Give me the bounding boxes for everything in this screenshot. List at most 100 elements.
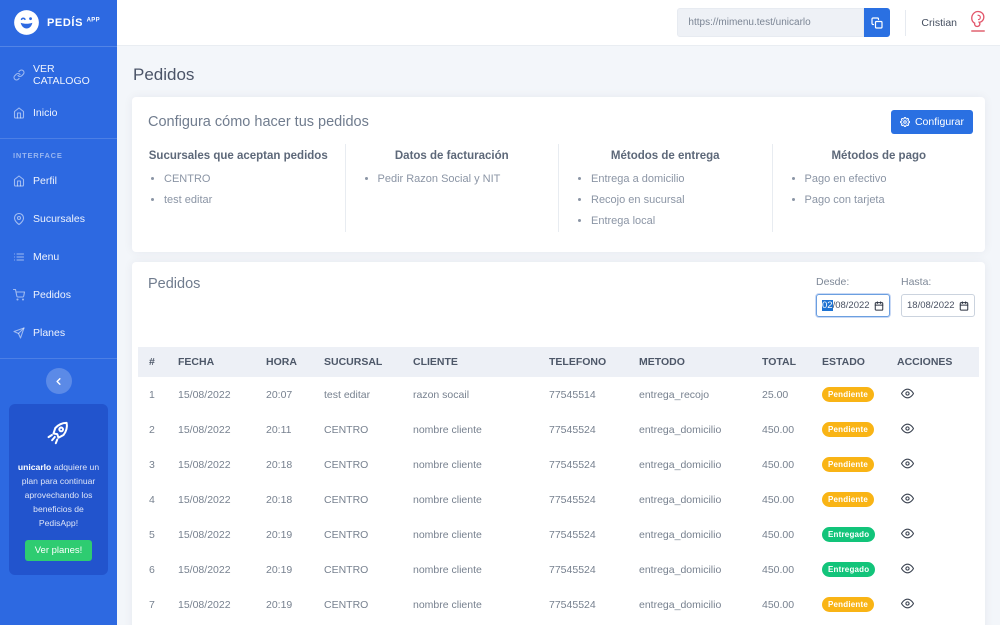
rocket-icon <box>44 417 74 447</box>
view-order-button[interactable] <box>901 387 914 400</box>
date-to-input[interactable]: 18/08/2022 <box>901 294 975 317</box>
orders-card-title: Pedidos <box>148 276 200 292</box>
calendar-icon <box>959 301 969 311</box>
cell-estado: Pendiente <box>811 587 886 622</box>
view-order-button[interactable] <box>901 562 914 575</box>
user-name[interactable]: Cristian <box>921 17 957 29</box>
cell-sucursal: test editar <box>313 377 402 412</box>
sidebar-item-planes[interactable]: Planes <box>0 314 117 352</box>
copy-icon <box>871 17 883 29</box>
brand-name: PEDÍS APP <box>47 17 100 29</box>
cell-total: 450.00 <box>751 552 811 587</box>
cell-fecha: 15/08/2022 <box>167 482 255 517</box>
avatar-logo-icon <box>968 9 988 29</box>
config-item: CENTRO <box>164 169 329 190</box>
sidebar-item-menu[interactable]: Menu <box>0 238 117 276</box>
send-icon <box>13 327 25 339</box>
date-from-label: Desde: <box>816 276 890 288</box>
eye-icon <box>901 422 914 435</box>
status-badge: Pendiente <box>822 492 874 507</box>
orders-table: #FECHAHORASUCURSALCLIENTETELEFONOMETODOT… <box>138 347 979 625</box>
cell-telefono: 77545524 <box>538 587 628 622</box>
sidebar-item-label: Planes <box>33 327 65 339</box>
cell-cliente: nombre cliente <box>402 412 538 447</box>
sidebar-item-ver-catalogo[interactable]: VER CATALOGO <box>0 56 117 94</box>
config-item: Recojo en sucursal <box>591 190 756 211</box>
cell-num: 2 <box>138 412 167 447</box>
cell-metodo: entrega_domicilio <box>628 587 751 622</box>
table-row: 215/08/202220:11CENTROnombre cliente7754… <box>138 412 979 447</box>
sidebar-section-label: INTERFACE <box>0 139 117 162</box>
config-item: Pedir Razon Social y NIT <box>378 169 543 190</box>
view-order-button[interactable] <box>901 527 914 540</box>
status-badge: Pendiente <box>822 457 874 472</box>
brand-logo[interactable]: PEDÍS APP <box>0 0 117 47</box>
configurar-button[interactable]: Configurar <box>891 110 973 134</box>
sidebar-collapse-button[interactable] <box>46 368 72 394</box>
sidebar-item-sucursales[interactable]: Sucursales <box>0 200 117 238</box>
eye-icon <box>901 597 914 610</box>
column-header: TOTAL <box>751 347 811 377</box>
sidebar-item-perfil[interactable]: Perfil <box>0 162 117 200</box>
cell-acciones <box>886 377 979 412</box>
avatar-caption <box>971 30 985 32</box>
cell-metodo: entrega_domicilio <box>628 517 751 552</box>
table-row: 415/08/202220:18CENTROnombre cliente7754… <box>138 482 979 517</box>
cell-sucursal: CENTRO <box>313 552 402 587</box>
cell-cliente: nombre cliente <box>402 552 538 587</box>
config-col-title: Datos de facturación <box>362 150 543 162</box>
config-col-pago: Métodos de pago Pago en efectivo Pago co… <box>772 144 986 232</box>
cell-hora: 20:19 <box>255 552 313 587</box>
sidebar-item-label: Perfil <box>33 175 57 187</box>
eye-icon <box>901 387 914 400</box>
column-header: # <box>138 347 167 377</box>
status-badge: Pendiente <box>822 597 874 612</box>
config-col-title: Métodos de pago <box>789 150 970 162</box>
view-order-button[interactable] <box>901 492 914 505</box>
sidebar-item-pedidos[interactable]: Pedidos <box>0 276 117 314</box>
cell-fecha: 15/08/2022 <box>167 517 255 552</box>
sidebar-item-inicio[interactable]: Inicio <box>0 94 117 132</box>
config-col-title: Sucursales que aceptan pedidos <box>148 150 329 162</box>
table-header-row: #FECHAHORASUCURSALCLIENTETELEFONOMETODOT… <box>138 347 979 377</box>
table-row: 315/08/202220:18CENTROnombre cliente7754… <box>138 447 979 482</box>
status-badge: Pendiente <box>822 387 874 402</box>
cell-cliente: razon socail <box>402 377 538 412</box>
orders-table-body: 115/08/202220:07test editarrazon socail7… <box>138 377 979 625</box>
catalog-url-input[interactable] <box>677 8 864 37</box>
view-order-button[interactable] <box>901 422 914 435</box>
cell-cliente: nombre cliente <box>402 587 538 622</box>
cell-estado: Pendiente <box>811 447 886 482</box>
user-avatar[interactable] <box>966 9 990 37</box>
cell-hora: 20:19 <box>255 587 313 622</box>
cell-sucursal: CENTRO <box>313 587 402 622</box>
sidebar-item-label: Menu <box>33 251 59 263</box>
copy-url-button[interactable] <box>864 8 890 37</box>
cell-acciones <box>886 482 979 517</box>
cell-estado: Pendiente <box>811 412 886 447</box>
column-header: CLIENTE <box>402 347 538 377</box>
cell-cliente: nombre cliente <box>402 517 538 552</box>
catalog-url-group <box>677 8 890 37</box>
cell-fecha: 15/08/2022 <box>167 412 255 447</box>
column-header: TELEFONO <box>538 347 628 377</box>
date-from-input[interactable]: 02/08/2022 <box>816 294 890 317</box>
cell-sucursal: CENTRO <box>313 482 402 517</box>
cell-num: 4 <box>138 482 167 517</box>
shopping-cart-icon <box>13 289 25 301</box>
cell-telefono: 77545524 <box>538 482 628 517</box>
cell-metodo: entrega_recojo <box>628 377 751 412</box>
date-to-filter: Hasta: 18/08/2022 <box>901 276 975 317</box>
cell-fecha: 15/08/2022 <box>167 552 255 587</box>
config-item: Entrega local <box>591 211 756 232</box>
view-order-button[interactable] <box>901 457 914 470</box>
cell-fecha: 15/08/2022 <box>167 587 255 622</box>
sidebar-item-label: Inicio <box>33 107 58 119</box>
cell-cliente: nombre cliente <box>402 447 538 482</box>
table-row: 115/08/202220:07test editarrazon socail7… <box>138 377 979 412</box>
ver-planes-button[interactable]: Ver planes! <box>25 540 93 561</box>
cell-fecha: 15/08/2022 <box>167 377 255 412</box>
config-col-entrega: Métodos de entrega Entrega a domicilio R… <box>558 144 772 232</box>
view-order-button[interactable] <box>901 597 914 610</box>
date-from-filter: Desde: 02/08/2022 <box>816 276 890 317</box>
